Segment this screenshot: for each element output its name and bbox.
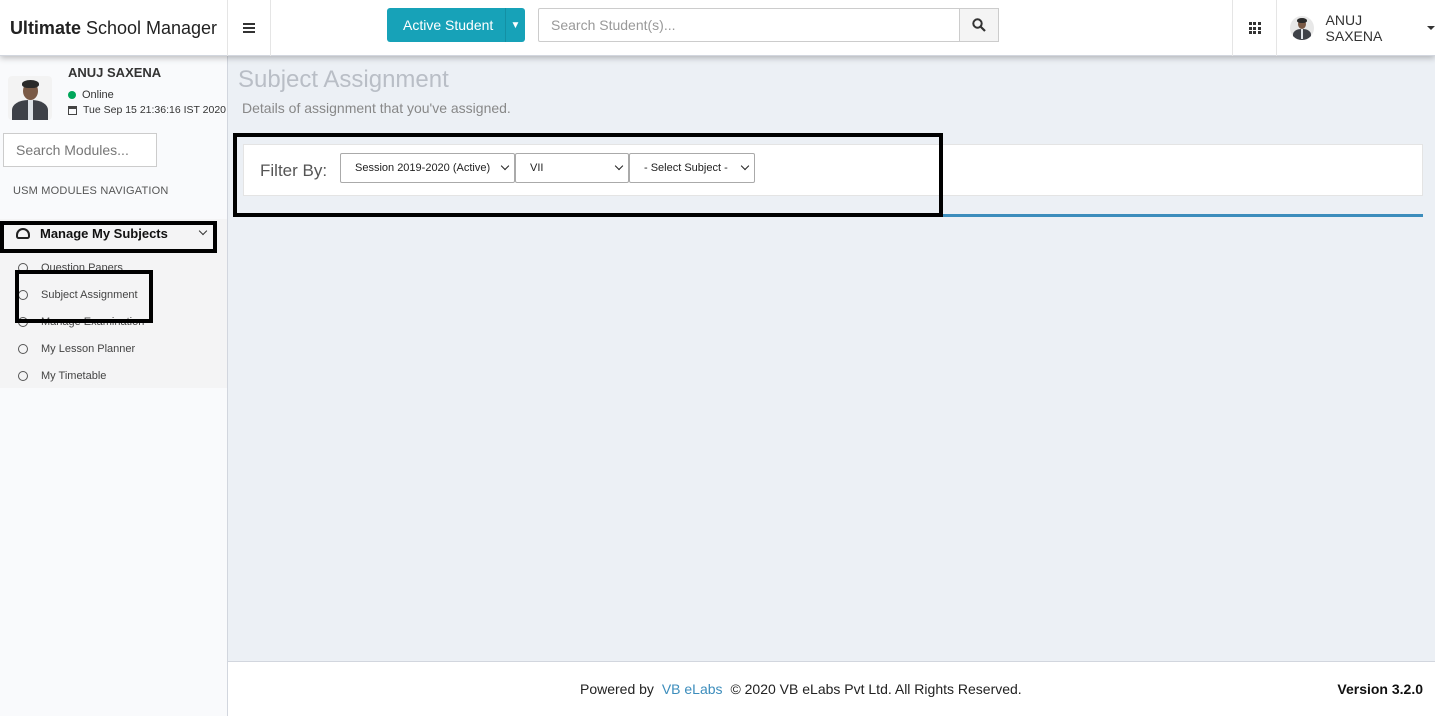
grid-icon bbox=[1248, 22, 1261, 34]
user-menu[interactable]: ANUJ SAXENA bbox=[1290, 0, 1435, 56]
chevron-down-icon bbox=[614, 161, 624, 171]
nav-tree: Manage My Subjects Question Papers Subje… bbox=[0, 219, 227, 388]
circle-icon bbox=[18, 289, 28, 300]
sidebar-item-subject-assignment[interactable]: Subject Assignment bbox=[0, 281, 227, 308]
sidebar-toggle-button[interactable] bbox=[228, 0, 271, 56]
datetime-text: Tue Sep 15 21:36:16 IST 2020 bbox=[83, 104, 227, 116]
subject-select-value: - Select Subject - bbox=[644, 162, 728, 174]
module-search-input[interactable]: Search Modules... bbox=[3, 133, 157, 167]
user-menu-name: ANUJ SAXENA bbox=[1325, 12, 1383, 44]
logo-text: School Manager bbox=[85, 17, 218, 38]
session-select-value: Session 2019-2020 (Active) bbox=[355, 162, 491, 174]
user-status: Online bbox=[68, 89, 114, 101]
version-text: Version 3.2.0 bbox=[1337, 681, 1423, 697]
search-button[interactable] bbox=[960, 8, 999, 42]
sidebar-item-manage-my-subjects[interactable]: Manage My Subjects bbox=[0, 220, 227, 246]
class-select[interactable]: VII bbox=[515, 153, 629, 183]
sidebar: ANUJ SAXENA Online Tue Sep 15 21:36:16 I… bbox=[0, 56, 228, 716]
filter-box: Filter By: Session 2019-2020 (Active) VI… bbox=[243, 144, 1423, 196]
nav-header: USM MODULES NAVIGATION bbox=[13, 185, 169, 197]
chevron-down-icon[interactable]: ▼ bbox=[505, 8, 525, 42]
circle-icon bbox=[18, 370, 28, 381]
logo-bold-text: Ultimate bbox=[9, 17, 81, 38]
active-student-button[interactable]: Active Student ▼ bbox=[387, 8, 525, 42]
dashboard-icon bbox=[16, 227, 30, 239]
footer-text: Powered by VB eLabs © 2020 VB eLabs Pvt … bbox=[580, 681, 1022, 697]
page-subtitle: Details of assignment that you've assign… bbox=[242, 100, 511, 116]
top-header: Ultimate School Manager Active Student ▼… bbox=[0, 0, 1435, 56]
class-select-value: VII bbox=[530, 162, 544, 174]
footer: Powered by VB eLabs © 2020 VB eLabs Pvt … bbox=[228, 661, 1435, 716]
sidebar-item-my-timetable[interactable]: My Timetable bbox=[0, 362, 227, 389]
chevron-down-icon bbox=[740, 161, 750, 171]
apps-menu-button[interactable] bbox=[1232, 0, 1277, 56]
student-search-input[interactable]: Search Student(s)... bbox=[538, 8, 960, 42]
vb-elabs-link[interactable]: VB eLabs bbox=[662, 681, 723, 697]
sidebar-user-name: ANUJ SAXENA bbox=[68, 65, 162, 80]
circle-icon bbox=[18, 262, 28, 273]
page-title: Subject Assignment bbox=[238, 66, 449, 93]
online-dot-icon bbox=[68, 91, 76, 99]
calendar-icon bbox=[68, 105, 77, 115]
chevron-down-icon bbox=[198, 226, 208, 236]
filter-label: Filter By: bbox=[260, 161, 328, 180]
user-avatar bbox=[8, 76, 52, 120]
user-panel bbox=[8, 76, 52, 120]
sidebar-item-manage-examination[interactable]: Manage Examination bbox=[0, 308, 227, 335]
powered-by-text: Powered by bbox=[580, 681, 654, 697]
active-student-label: Active Student bbox=[403, 17, 494, 33]
subject-select[interactable]: - Select Subject - bbox=[629, 153, 755, 183]
sidebar-item-label: Question Papers bbox=[41, 261, 123, 274]
circle-icon bbox=[18, 343, 28, 354]
chevron-down-icon bbox=[500, 161, 510, 171]
sidebar-item-label: Subject Assignment bbox=[41, 288, 138, 301]
sidebar-item-my-lesson-planner[interactable]: My Lesson Planner bbox=[0, 335, 227, 362]
hamburger-icon bbox=[243, 23, 255, 33]
content-divider bbox=[243, 214, 1423, 217]
user-datetime: Tue Sep 15 21:36:16 IST 2020 bbox=[68, 104, 226, 116]
sidebar-item-label: Manage My Subjects bbox=[40, 225, 168, 241]
copyright-text: © 2020 VB eLabs Pvt Ltd. All Rights Rese… bbox=[730, 681, 1022, 697]
sidebar-item-label: My Lesson Planner bbox=[41, 342, 136, 355]
session-select[interactable]: Session 2019-2020 (Active) bbox=[340, 153, 515, 183]
sidebar-item-label: Manage Examination bbox=[41, 315, 145, 328]
sidebar-item-label: My Timetable bbox=[41, 369, 107, 382]
status-text: Online bbox=[82, 89, 114, 101]
main-content: Subject Assignment Details of assignment… bbox=[228, 56, 1435, 661]
sidebar-item-question-papers[interactable]: Question Papers bbox=[0, 254, 227, 281]
app-logo[interactable]: Ultimate School Manager bbox=[0, 0, 228, 56]
caret-down-icon bbox=[1427, 26, 1435, 30]
search-icon bbox=[972, 18, 986, 32]
avatar bbox=[1290, 16, 1314, 40]
circle-icon bbox=[18, 316, 28, 327]
